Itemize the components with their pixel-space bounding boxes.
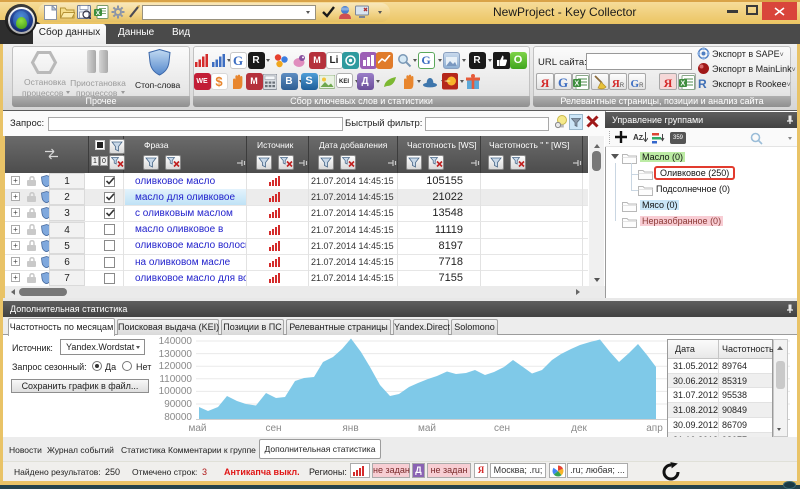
svg-text:X: X <box>96 10 101 17</box>
svg-text:R: R <box>698 77 707 90</box>
svg-text:X: X <box>575 80 580 87</box>
svg-text:X: X <box>681 80 686 87</box>
